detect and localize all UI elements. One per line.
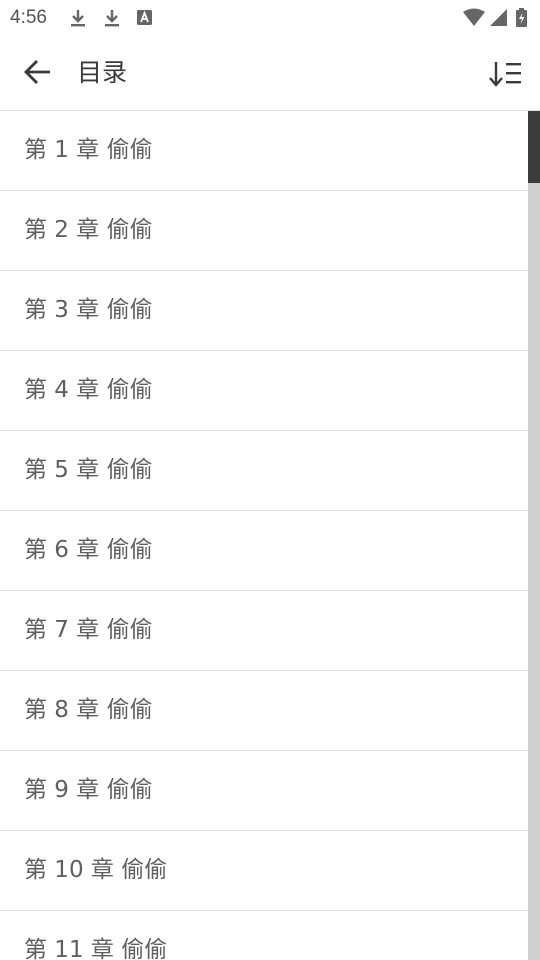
chapter-label: 第 6 章 偷偷 xyxy=(24,537,153,563)
chapter-label: 第 10 章 偷偷 xyxy=(24,857,168,883)
status-time: 4:56 xyxy=(10,7,47,28)
chapter-list: 第 1 章 偷偷第 2 章 偷偷第 3 章 偷偷第 4 章 偷偷第 5 章 偷偷… xyxy=(0,111,528,960)
chapter-label: 第 2 章 偷偷 xyxy=(24,217,153,243)
chapter-item[interactable]: 第 6 章 偷偷 xyxy=(0,511,528,591)
chapter-label: 第 4 章 偷偷 xyxy=(24,377,153,403)
sort-button[interactable] xyxy=(486,56,526,96)
chapter-item[interactable]: 第 5 章 偷偷 xyxy=(0,431,528,511)
chapter-item[interactable]: 第 1 章 偷偷 xyxy=(0,111,528,191)
chapter-item[interactable]: 第 11 章 偷偷 xyxy=(0,911,528,960)
scrollbar-thumb[interactable] xyxy=(528,111,540,183)
chapter-item[interactable]: 第 4 章 偷偷 xyxy=(0,351,528,431)
chapter-label: 第 3 章 偷偷 xyxy=(24,297,153,323)
chapter-label: 第 5 章 偷偷 xyxy=(24,457,153,483)
chapter-item[interactable]: 第 10 章 偷偷 xyxy=(0,831,528,911)
page-title: 目录 xyxy=(77,58,128,87)
download-icon xyxy=(102,8,122,28)
status-bar: 4:56 xyxy=(0,0,540,36)
app-bar: 目录 xyxy=(0,36,540,111)
chapter-item[interactable]: 第 2 章 偷偷 xyxy=(0,191,528,271)
font-a-icon xyxy=(135,8,155,28)
download-icon xyxy=(68,8,88,28)
chapter-item[interactable]: 第 3 章 偷偷 xyxy=(0,271,528,351)
wifi-icon xyxy=(462,8,486,28)
cell-signal-icon xyxy=(488,8,508,28)
chapter-label: 第 1 章 偷偷 xyxy=(24,137,153,163)
chapter-item[interactable]: 第 8 章 偷偷 xyxy=(0,671,528,751)
chapter-label: 第 11 章 偷偷 xyxy=(24,937,168,960)
chapter-item[interactable]: 第 7 章 偷偷 xyxy=(0,591,528,671)
chapter-item[interactable]: 第 9 章 偷偷 xyxy=(0,751,528,831)
back-button[interactable] xyxy=(18,54,58,94)
chapter-list-screen: 4:56 目录 第 1 章 偷偷 第 2 章 偷偷 第 3 章 偷偷 第 4 章… xyxy=(0,0,540,960)
scrollbar[interactable] xyxy=(528,111,540,960)
chapter-label: 第 8 章 偷偷 xyxy=(24,697,153,723)
chapter-label: 第 9 章 偷偷 xyxy=(24,777,153,803)
arrow-left-icon xyxy=(23,57,53,91)
battery-charging-icon xyxy=(515,8,529,28)
chapter-label: 第 7 章 偷偷 xyxy=(24,617,153,643)
sort-descending-icon xyxy=(489,59,523,93)
